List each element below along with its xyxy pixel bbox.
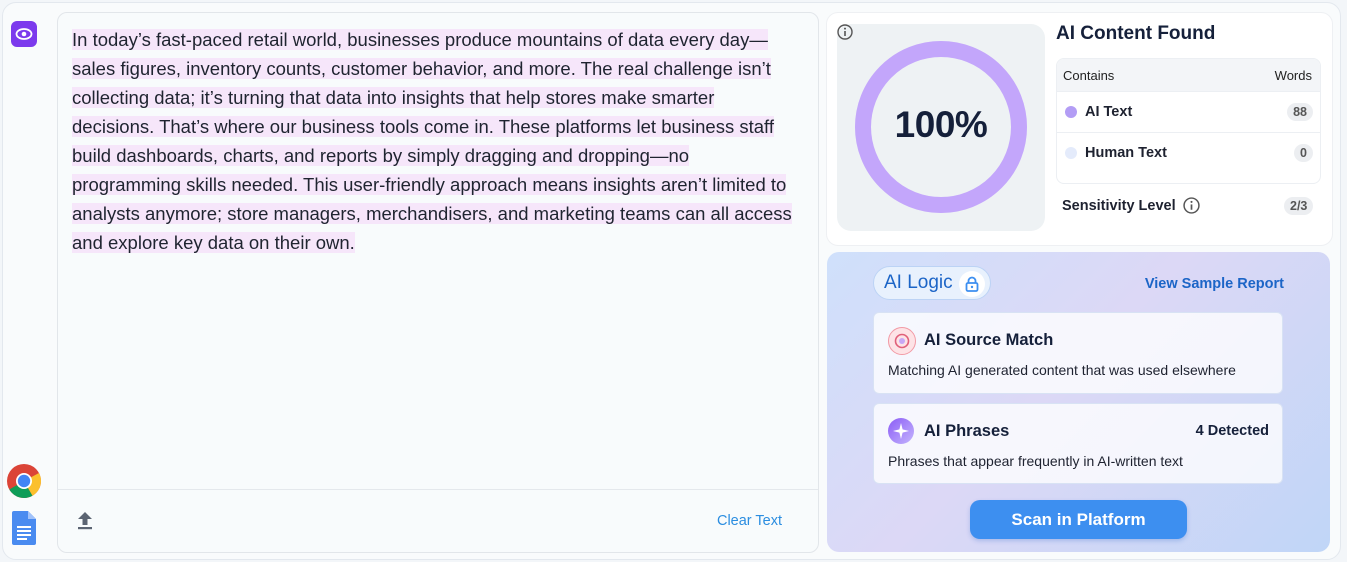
card-description: Phrases that appear frequently in AI-wri… [888,453,1183,469]
result-title: AI Content Found [1056,23,1216,44]
clear-text-button[interactable]: Clear Text [717,513,782,529]
table-header: Contains Words [1057,59,1320,91]
word-count-table: Contains Words AI Text 88 Human Text 0 [1056,58,1321,184]
contains-header: Contains [1063,67,1115,83]
ai-logic-label: AI Logic [884,272,953,293]
row-count: 88 [1287,103,1313,121]
editor-text[interactable]: In today’s fast-paced retail world, busi… [72,25,796,257]
card-title: AI Source Match [924,331,1054,349]
ai-phrases-card[interactable]: AI Phrases 4 Detected Phrases that appea… [873,403,1283,484]
ai-logic-pill[interactable]: AI Logic [873,266,991,300]
eye-icon[interactable] [11,21,37,47]
sensitivity-label: Sensitivity Level [1062,197,1176,214]
left-rail [0,0,50,562]
result-panel: 100% AI Content Found Contains Words AI … [826,12,1333,246]
card-description: Matching AI generated content that was u… [888,362,1236,378]
google-docs-icon[interactable] [12,511,36,545]
ai-logic-panel: AI Logic View Sample Report AI Source Ma… [827,252,1330,552]
info-icon[interactable] [1182,197,1200,214]
view-sample-report-link[interactable]: View Sample Report [1145,276,1284,292]
sensitivity-value[interactable]: 2/3 [1284,197,1314,215]
table-row: Human Text 0 [1057,132,1320,173]
ai-text-dot [1065,106,1077,118]
detected-count: 4 Detected [1195,423,1269,439]
scan-in-platform-button[interactable]: Scan in Platform [970,500,1187,539]
text-editor[interactable]: In today’s fast-paced retail world, busi… [57,12,819,553]
table-row: AI Text 88 [1057,91,1320,132]
chrome-icon[interactable] [6,463,42,499]
source-match-icon [888,327,916,355]
ai-highlighted-text: In today’s fast-paced retail world, busi… [72,29,792,253]
human-text-dot [1065,147,1077,159]
info-icon[interactable] [837,24,853,40]
words-header: Words [1274,67,1312,83]
sparkle-icon [888,418,914,444]
row-label: AI Text [1085,104,1133,120]
score-gauge: 100% [837,24,1045,231]
ai-score: 100% [894,104,988,145]
sensitivity-level: Sensitivity Level [1062,197,1200,214]
lock-icon [959,271,985,297]
ai-source-match-card[interactable]: AI Source Match Matching AI generated co… [873,312,1283,394]
row-label: Human Text [1085,145,1167,161]
editor-footer: Clear Text [58,489,818,552]
upload-icon[interactable] [76,510,94,530]
row-count: 0 [1294,144,1313,162]
card-title: AI Phrases [924,422,1010,440]
